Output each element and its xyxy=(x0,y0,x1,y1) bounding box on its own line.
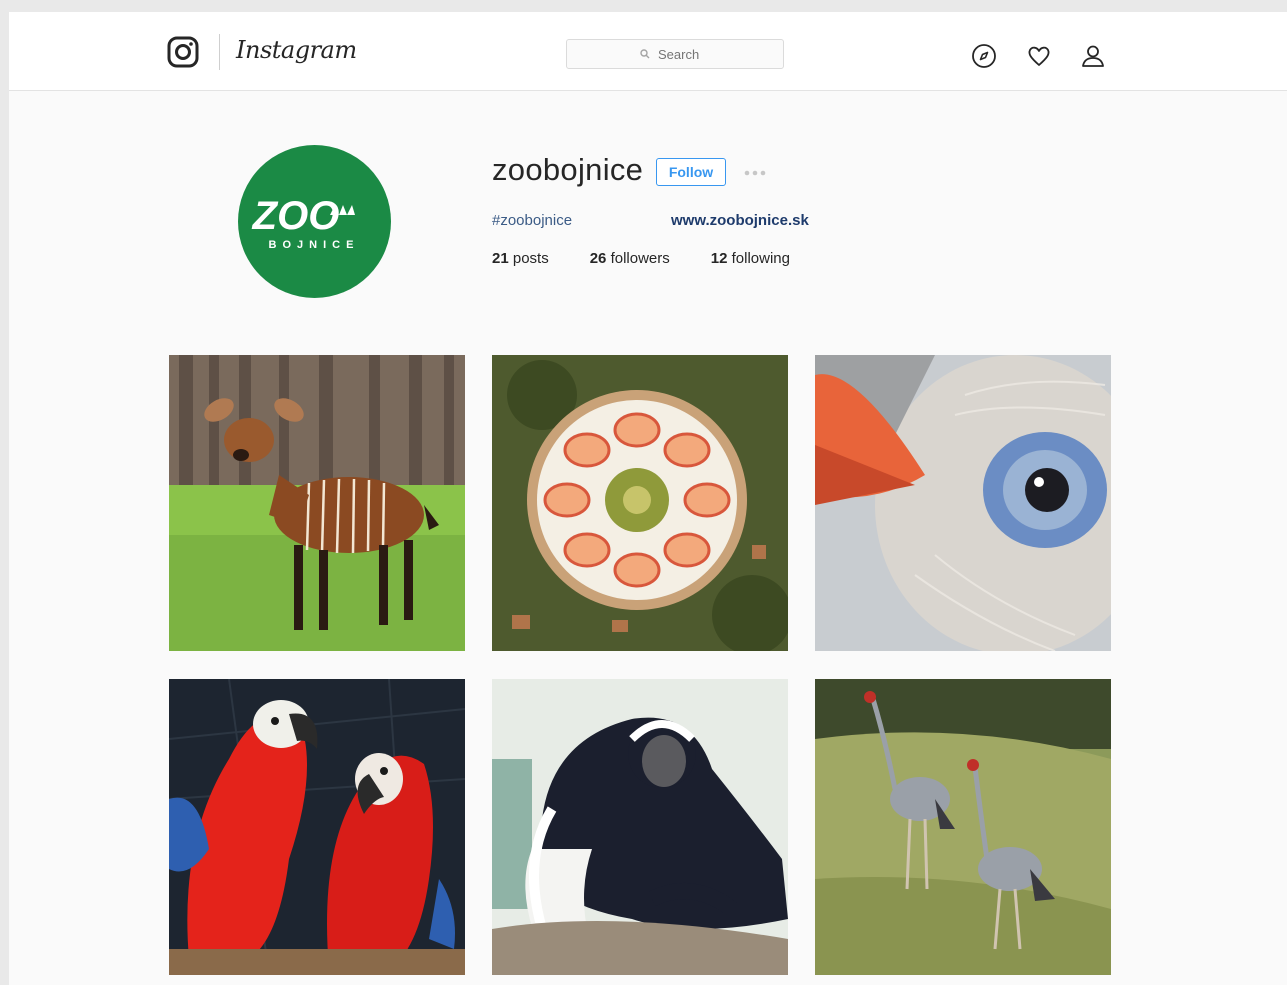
post-fruit-cake[interactable] xyxy=(492,355,788,651)
post-antelope-calf[interactable] xyxy=(169,355,465,651)
compass-icon[interactable] xyxy=(971,43,997,69)
search-box[interactable] xyxy=(566,39,784,69)
followers-count[interactable]: 26 followers xyxy=(590,250,670,267)
fruit-cake-photo xyxy=(492,355,788,651)
post-bird-eye-closeup[interactable] xyxy=(815,355,1111,651)
antelope-photo xyxy=(169,355,465,651)
browser-window: Instagram ZOO BOJNICE zoobojnice Foll xyxy=(9,12,1287,985)
svg-text:ZOO: ZOO xyxy=(252,194,340,238)
cranes-photo xyxy=(815,679,1111,975)
profile-website-link[interactable]: www.zoobojnice.sk xyxy=(671,212,809,229)
post-macaws[interactable] xyxy=(169,679,465,975)
bird-eye-photo xyxy=(815,355,1111,651)
instagram-wordmark[interactable]: Instagram xyxy=(236,36,357,64)
heart-icon[interactable] xyxy=(1026,43,1052,69)
follow-button[interactable]: Follow xyxy=(656,158,726,186)
post-cranes[interactable] xyxy=(815,679,1111,975)
colobus-monkey-photo xyxy=(492,679,788,975)
person-icon[interactable] xyxy=(1080,43,1106,69)
top-navigation-bar: Instagram xyxy=(9,12,1287,91)
following-count[interactable]: 12 following xyxy=(711,250,790,267)
post-colobus-monkey[interactable] xyxy=(492,679,788,975)
svg-text:BOJNICE: BOJNICE xyxy=(269,239,360,251)
profile-hashtag-link[interactable]: #zoobojnice xyxy=(492,212,572,229)
more-options-icon[interactable] xyxy=(742,168,770,178)
profile-avatar[interactable]: ZOO BOJNICE xyxy=(238,145,391,298)
posts-count: 21 posts xyxy=(492,250,549,267)
zoo-bojnice-logo: ZOO BOJNICE xyxy=(252,194,360,251)
search-icon xyxy=(640,49,650,59)
logo-divider xyxy=(219,34,220,70)
macaws-photo xyxy=(169,679,465,975)
posts-grid xyxy=(169,355,1111,975)
search-input[interactable] xyxy=(656,45,710,63)
instagram-camera-icon[interactable] xyxy=(167,36,199,68)
profile-stats: 21 posts 26 followers 12 following xyxy=(492,250,831,267)
profile-username: zoobojnice xyxy=(492,152,644,187)
